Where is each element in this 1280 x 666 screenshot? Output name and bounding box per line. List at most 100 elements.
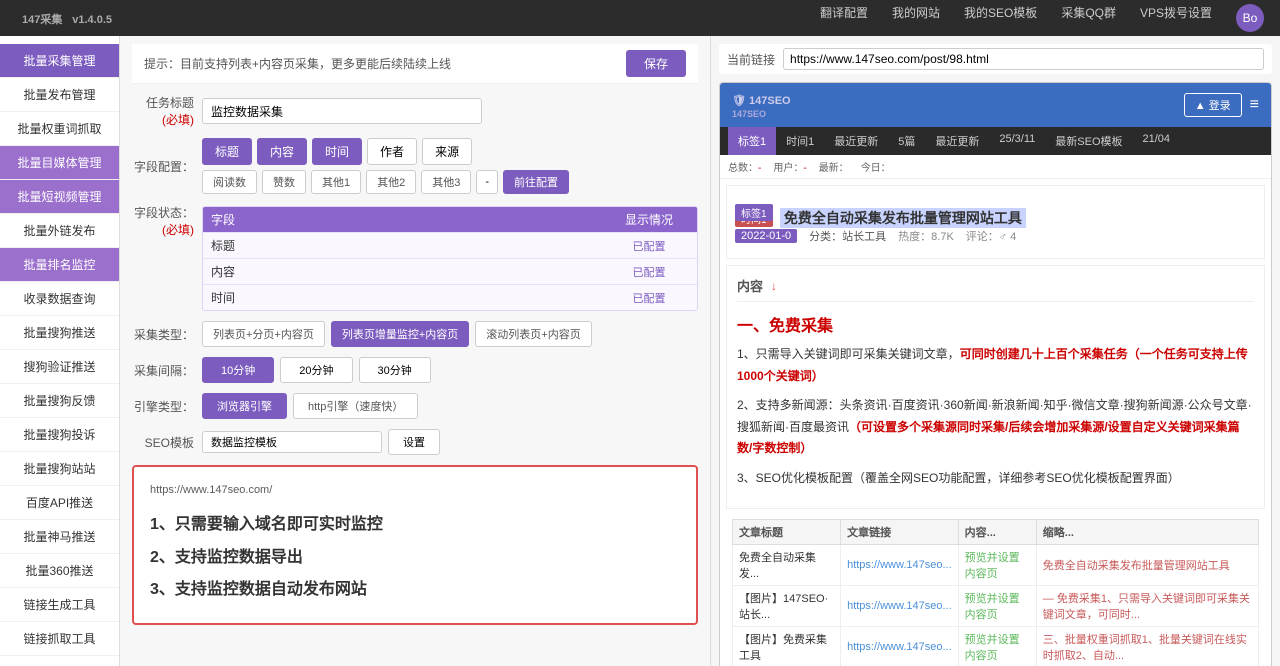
site-login-btn[interactable]: ▲ 登录 [1184,93,1242,117]
field-btn-time[interactable]: 时间 [312,138,362,165]
nav-link-vps[interactable]: VPS拨号设置 [1140,4,1212,32]
nav-item-5[interactable]: 5篇 [888,127,925,155]
content-label: 内容 [737,276,763,295]
sidebar-item-sogou-feedback[interactable]: 批量搜狗反馈 [0,384,119,418]
field-config-label: 字段配置： [132,158,202,175]
col-thumb: 缩略... [1036,519,1258,544]
sidebar-item-publish[interactable]: 批量发布管理 [0,78,119,112]
field-buttons: 标题 内容 时间 作者 来源 [202,138,698,165]
nav-item-time1[interactable]: 时间1 [776,127,824,155]
article-comment: 评论：♂ 4 [966,228,1016,244]
sidebar-item-360[interactable]: 批量360推送 [0,554,119,588]
field-btn-source[interactable]: 来源 [422,138,472,165]
nav-item-seo-tpl[interactable]: 最新SEO模板 [1045,127,1132,155]
row0-url-link[interactable]: https://www.147seo... [847,559,952,571]
content-para2: 2、支持多新闻源：头条资讯·百度资讯·360新闻·新浪新闻·知乎·微信文章·搜狗… [737,395,1254,460]
field-btn-other2[interactable]: 其他2 [366,170,416,194]
field-btn-author[interactable]: 作者 [367,138,417,165]
sidebar-item-baidu-api[interactable]: 百度API推送 [0,486,119,520]
article-meta: 2022-01-0 分类：站长工具 热度：8.7K 评论：♂ 4 [735,228,1256,244]
field-btn-likes[interactable]: 赞数 [262,170,306,194]
user-avatar[interactable]: Bo [1236,4,1264,32]
row0-action-link[interactable]: 预览并设置内容页 [965,552,1020,580]
site-preview: 🛡 147SEO 147SEO ▲ 登录 ≡ 标签1 时间1 最近更新 5篇 最… [719,82,1272,666]
article-heat: 热度：8.7K [898,228,954,244]
hint-bar: 提示：目前支持列表+内容页采集，更多更能后续陆续上线 保存 [132,44,698,84]
interval-10[interactable]: 10分钟 [202,357,274,383]
save-button[interactable]: 保存 [626,50,686,77]
field-config-value: 标题 内容 时间 作者 来源 阅读数 赞数 其他1 其他2 其他3 - 前往配置 [202,138,698,194]
interval-value: 10分钟 20分钟 30分钟 [202,357,698,383]
site-header-right: ▲ 登录 ≡ [1184,93,1259,117]
site-menu-icon[interactable]: ≡ [1250,96,1259,114]
nav-link-mysite[interactable]: 我的网站 [892,4,940,32]
row0-content: 免费全自动采集发布批量管理网站工具 [1036,544,1258,585]
interval-20[interactable]: 20分钟 [280,357,352,383]
row1-action-link[interactable]: 预览并设置内容页 [965,593,1020,621]
nav-link-translate[interactable]: 翻译配置 [820,4,868,32]
preview-box: https://www.147seo.com/ 1、只需要输入域名即可实时监控 … [132,465,698,625]
nav-item-date[interactable]: 25/3/11 [989,127,1045,155]
nav-link-qq[interactable]: 采集QQ群 [1061,4,1116,32]
row1-url-link[interactable]: https://www.147seo... [847,600,952,612]
main-layout: 批量采集管理 批量发布管理 批量权重词抓取 批量目媒体管理 批量短视频管理 批量… [0,36,1280,666]
row2-url-link[interactable]: https://www.147seo... [847,641,952,653]
collect-type-row: 采集类型： 列表页+分页+内容页 列表页增量监控+内容页 滚动列表页+内容页 [132,321,698,347]
seo-set-button[interactable]: 设置 [388,429,440,455]
goto-config-button[interactable]: 前往配置 [503,170,569,194]
hint-text: 提示：目前支持列表+内容页采集，更多更能后续陆续上线 [144,55,451,72]
article-category: 分类：站长工具 [809,228,886,244]
row0-action: 预览并设置内容页 [958,544,1036,585]
sidebar-item-included[interactable]: 收录数据查询 [0,282,119,316]
field-status-col2-header: 显示情况 [609,211,689,228]
nav-item-21[interactable]: 21/04 [1133,127,1181,155]
stat-total: 总数：- [728,159,761,174]
field-status-label: 字段状态：(必填) [132,204,202,238]
nav-link-seo[interactable]: 我的SEO模板 [964,4,1037,32]
site-logo-sub: 147SEO [732,109,791,119]
sidebar-item-weight[interactable]: 批量权重词抓取 [0,112,119,146]
field-btn-reads[interactable]: 阅读数 [202,170,257,194]
seo-template-input[interactable] [202,431,382,453]
field-btn-title[interactable]: 标题 [202,138,252,165]
sidebar-item-external[interactable]: 批量外链发布 [0,214,119,248]
interval-30[interactable]: 30分钟 [359,357,431,383]
content-para3: 3、SEO优化模板配置（覆盖全网SEO功能配置，详细参考SEO优化模板配置界面） [737,468,1254,490]
sidebar-item-media[interactable]: 批量目媒体管理 [0,146,119,180]
sidebar-item-sogou-station[interactable]: 批量搜狗站站 [0,452,119,486]
col-title: 文章标题 [733,519,841,544]
right-panel: 当前链接 🛡 147SEO 147SEO ▲ 登录 ≡ 标签1 时间1 最近更新 [710,36,1280,666]
sidebar-item-sogou-push[interactable]: 批量搜狗推送 [0,316,119,350]
data-table: 文章标题 文章链接 内容... 缩略... 免费全自动采集发... https:… [732,519,1259,666]
ct-monitor-content[interactable]: 列表页增量监控+内容页 [331,321,469,347]
sidebar-item-link-fetch[interactable]: 链接抓取工具 [0,622,119,656]
url-input[interactable] [783,48,1264,70]
field-status-row-1: 内容 已配置 [203,258,697,284]
sidebar-item-link-gen[interactable]: 链接生成工具 [0,588,119,622]
row1-title: 【图片】147SEO·站长... [733,585,841,626]
nav-item-recent2[interactable]: 最近更新 [925,127,989,155]
engine-http[interactable]: http引擎（速度快） [293,393,418,419]
sidebar-item-shenma[interactable]: 批量神马推送 [0,520,119,554]
sidebar-item-sogou-complaint[interactable]: 批量搜狗投诉 [0,418,119,452]
task-title-input[interactable] [202,98,482,124]
minus-button[interactable]: - [476,170,498,194]
field-btn-content[interactable]: 内容 [257,138,307,165]
row0-title: 免费全自动采集发... [733,544,841,585]
engine-browser[interactable]: 浏览器引擎 [202,393,287,419]
row2-action-link[interactable]: 预览并设置内容页 [965,634,1020,662]
field-status-row-2: 时间 已配置 [203,284,697,310]
nav-item-tag1[interactable]: 标签1 [728,127,776,155]
field-btn-other3[interactable]: 其他3 [421,170,471,194]
seo-template-label: SEO模板 [132,434,202,451]
sidebar-item-monitor[interactable]: 批量排名监控 [0,248,119,282]
sidebar-item-collect[interactable]: 批量采集管理 [0,44,119,78]
ct-scroll-content[interactable]: 滚动列表页+内容页 [475,321,591,347]
seo-template-row: SEO模板 设置 [132,429,698,455]
sidebar-item-video[interactable]: 批量短视频管理 [0,180,119,214]
ct-list-content[interactable]: 列表页+分页+内容页 [202,321,325,347]
article-title-wrapper: 标签1 时间1 免费全自动采集发布批量管理网站工具 [735,208,1256,228]
nav-item-recent[interactable]: 最近更新 [824,127,888,155]
field-btn-other1[interactable]: 其他1 [311,170,361,194]
sidebar-item-sogou-verify[interactable]: 搜狗验证推送 [0,350,119,384]
